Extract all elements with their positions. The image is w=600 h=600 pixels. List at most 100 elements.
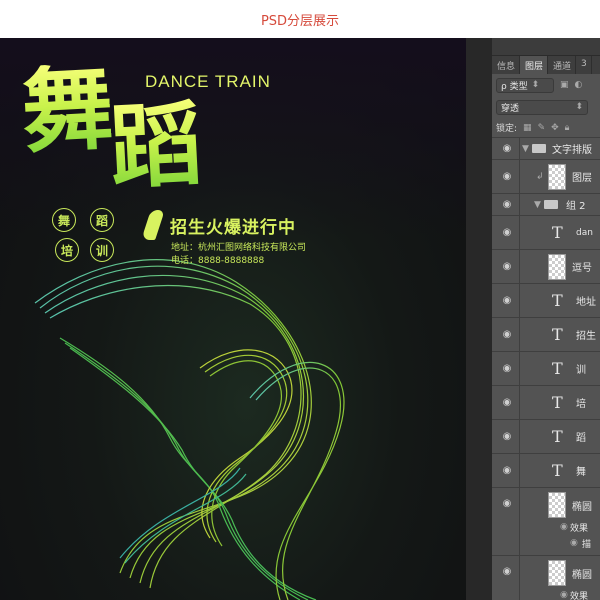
layer-name: 舞 bbox=[576, 467, 586, 478]
chevron-down-icon: ⬍ bbox=[575, 102, 583, 112]
layer-row-ellipse-1[interactable]: ◉ 椭圆 ◉ 效果 ◉ 描 bbox=[492, 488, 600, 556]
layer-group-text-layout[interactable]: ◉ ▼ 文字排版 bbox=[492, 138, 600, 160]
address-text: 地址：杭州汇图网络科技有限公司 bbox=[171, 243, 307, 253]
layer-name: 训 bbox=[576, 365, 586, 376]
eye-column-divider bbox=[519, 216, 520, 249]
filter-row: ρ 类型 ⬍ ▣ ◐ bbox=[492, 74, 600, 96]
layer-thumbnail bbox=[548, 163, 566, 190]
slogan-text: 招生火爆进行中 bbox=[170, 218, 296, 238]
layer-name: 蹈 bbox=[576, 433, 586, 444]
visibility-eye-icon[interactable]: ◉ bbox=[500, 431, 514, 442]
eye-column-divider bbox=[519, 318, 520, 351]
layer-name: 椭圆 bbox=[572, 502, 592, 513]
text-layer-icon: T bbox=[552, 461, 563, 480]
layer-group-2[interactable]: ◉ ▼ 组 2 bbox=[492, 194, 600, 216]
clip-arrow-icon: ↲ bbox=[536, 171, 544, 182]
layer-name: dan bbox=[576, 227, 593, 238]
text-layer-icon: T bbox=[552, 359, 563, 378]
layer-name: 逗号 bbox=[572, 263, 592, 274]
lock-all-icon[interactable]: 🔒︎ bbox=[565, 123, 570, 133]
blend-row: 穿透 ⬍ bbox=[492, 96, 600, 118]
lock-move-icon[interactable]: ✥ bbox=[551, 123, 559, 133]
effects-label: 效果 bbox=[570, 524, 589, 534]
adjustment-filter-icon[interactable]: ◐ bbox=[575, 80, 583, 90]
eye-column-divider bbox=[519, 420, 520, 453]
layer-row-address[interactable]: ◉ T 地址 bbox=[492, 284, 600, 318]
visibility-eye-icon[interactable]: ◉ bbox=[500, 261, 514, 272]
layer-name: 组 2 bbox=[566, 201, 586, 212]
filter-type-label: ρ 类型 bbox=[501, 81, 528, 92]
layer-row-dao[interactable]: ◉ T 蹈 bbox=[492, 420, 600, 454]
folder-icon bbox=[544, 200, 558, 209]
title-char-dao: 蹈 bbox=[107, 89, 201, 203]
eye-column-divider bbox=[519, 284, 520, 317]
effect-eye-icon[interactable]: ◉ bbox=[570, 538, 578, 548]
phone-text: 电话：8888-8888888 bbox=[171, 256, 265, 266]
lock-paint-icon[interactable]: ✎ bbox=[538, 123, 546, 133]
workspace-gap bbox=[466, 38, 492, 600]
layer-name: 图层 bbox=[572, 173, 592, 184]
layer-row-ellipse-2[interactable]: ◉ 椭圆 ◉ 效果 bbox=[492, 556, 600, 600]
visibility-eye-icon[interactable]: ◉ bbox=[500, 397, 514, 408]
poster-canvas: DANCE TRAIN 舞 蹈 舞 蹈 培 训 招生火爆进行中 地址：杭州汇图网… bbox=[0, 38, 492, 600]
title-char-wu: 舞 bbox=[19, 53, 113, 167]
circle-char-1: 舞 bbox=[52, 208, 76, 232]
page-header: PSD分层展示 bbox=[0, 0, 600, 38]
layer-name: 椭圆 bbox=[572, 570, 592, 581]
layer-row-xun[interactable]: ◉ T 训 bbox=[492, 352, 600, 386]
visibility-eye-icon[interactable]: ◉ bbox=[500, 199, 514, 210]
layer-name: 文字排版 bbox=[552, 145, 592, 156]
visibility-eye-icon[interactable]: ◉ bbox=[500, 465, 514, 476]
tab-3d[interactable]: 3 bbox=[576, 56, 592, 74]
layer-row-comma[interactable]: ◉ 逗号 bbox=[492, 250, 600, 284]
layers-panel: 信息 图层 通道 3 ρ 类型 ⬍ ▣ ◐ 穿透 ⬍ 锁定: ▦ ✎ ✥ 🔒︎ … bbox=[492, 38, 600, 600]
filter-type-dropdown[interactable]: ρ 类型 ⬍ bbox=[496, 77, 554, 93]
layer-thumbnail bbox=[548, 492, 566, 518]
eye-column-divider bbox=[519, 138, 520, 159]
eye-column-divider bbox=[519, 160, 520, 193]
tab-channels[interactable]: 通道 bbox=[548, 56, 577, 74]
visibility-eye-icon[interactable]: ◉ bbox=[500, 295, 514, 306]
folder-icon bbox=[532, 144, 546, 153]
lock-row: 锁定: ▦ ✎ ✥ 🔒︎ bbox=[492, 118, 600, 138]
layer-row-wu[interactable]: ◉ T 舞 bbox=[492, 454, 600, 488]
expand-triangle-icon[interactable]: ▼ bbox=[534, 200, 541, 210]
text-layer-icon: T bbox=[552, 223, 563, 242]
page-title: PSD分层展示 bbox=[260, 13, 340, 29]
text-layer-icon: T bbox=[552, 291, 563, 310]
visibility-eye-icon[interactable]: ◉ bbox=[500, 363, 514, 374]
visibility-eye-icon[interactable]: ◉ bbox=[500, 171, 514, 182]
blend-mode-dropdown[interactable]: 穿透 ⬍ bbox=[496, 99, 588, 115]
layer-row-image[interactable]: ◉ ↲ 图层 bbox=[492, 160, 600, 194]
panel-top-strip bbox=[492, 38, 600, 56]
effects-label: 效果 bbox=[570, 592, 589, 600]
layer-thumbnail bbox=[548, 560, 566, 586]
visibility-eye-icon[interactable]: ◉ bbox=[500, 143, 514, 154]
image-filter-icon[interactable]: ▣ bbox=[560, 80, 569, 90]
circle-char-2: 蹈 bbox=[90, 208, 114, 232]
eye-column-divider bbox=[519, 454, 520, 487]
text-layer-icon: T bbox=[552, 393, 563, 412]
eye-column-divider bbox=[519, 386, 520, 419]
visibility-eye-icon[interactable]: ◉ bbox=[500, 566, 514, 577]
circle-char-4: 训 bbox=[90, 238, 114, 262]
effects-eye-icon[interactable]: ◉ bbox=[560, 590, 568, 600]
layer-row-recruit[interactable]: ◉ T 招生 bbox=[492, 318, 600, 352]
expand-triangle-icon[interactable]: ▼ bbox=[522, 144, 529, 154]
layer-name: 培 bbox=[576, 399, 586, 410]
eye-column-divider bbox=[519, 194, 520, 215]
effects-eye-icon[interactable]: ◉ bbox=[560, 522, 568, 532]
visibility-eye-icon[interactable]: ◉ bbox=[500, 227, 514, 238]
eye-column-divider bbox=[519, 556, 520, 600]
layer-name: 地址 bbox=[576, 297, 596, 308]
layer-row-dance-text[interactable]: ◉ T dan bbox=[492, 216, 600, 250]
eye-column-divider bbox=[519, 488, 520, 555]
eye-column-divider bbox=[519, 250, 520, 283]
visibility-eye-icon[interactable]: ◉ bbox=[500, 498, 514, 509]
visibility-eye-icon[interactable]: ◉ bbox=[500, 329, 514, 340]
tab-info[interactable]: 信息 bbox=[492, 56, 521, 74]
layer-row-pei[interactable]: ◉ T 培 bbox=[492, 386, 600, 420]
tab-layers[interactable]: 图层 bbox=[520, 56, 549, 74]
panel-tabs: 信息 图层 通道 3 bbox=[492, 56, 600, 74]
lock-transparent-icon[interactable]: ▦ bbox=[523, 123, 532, 133]
